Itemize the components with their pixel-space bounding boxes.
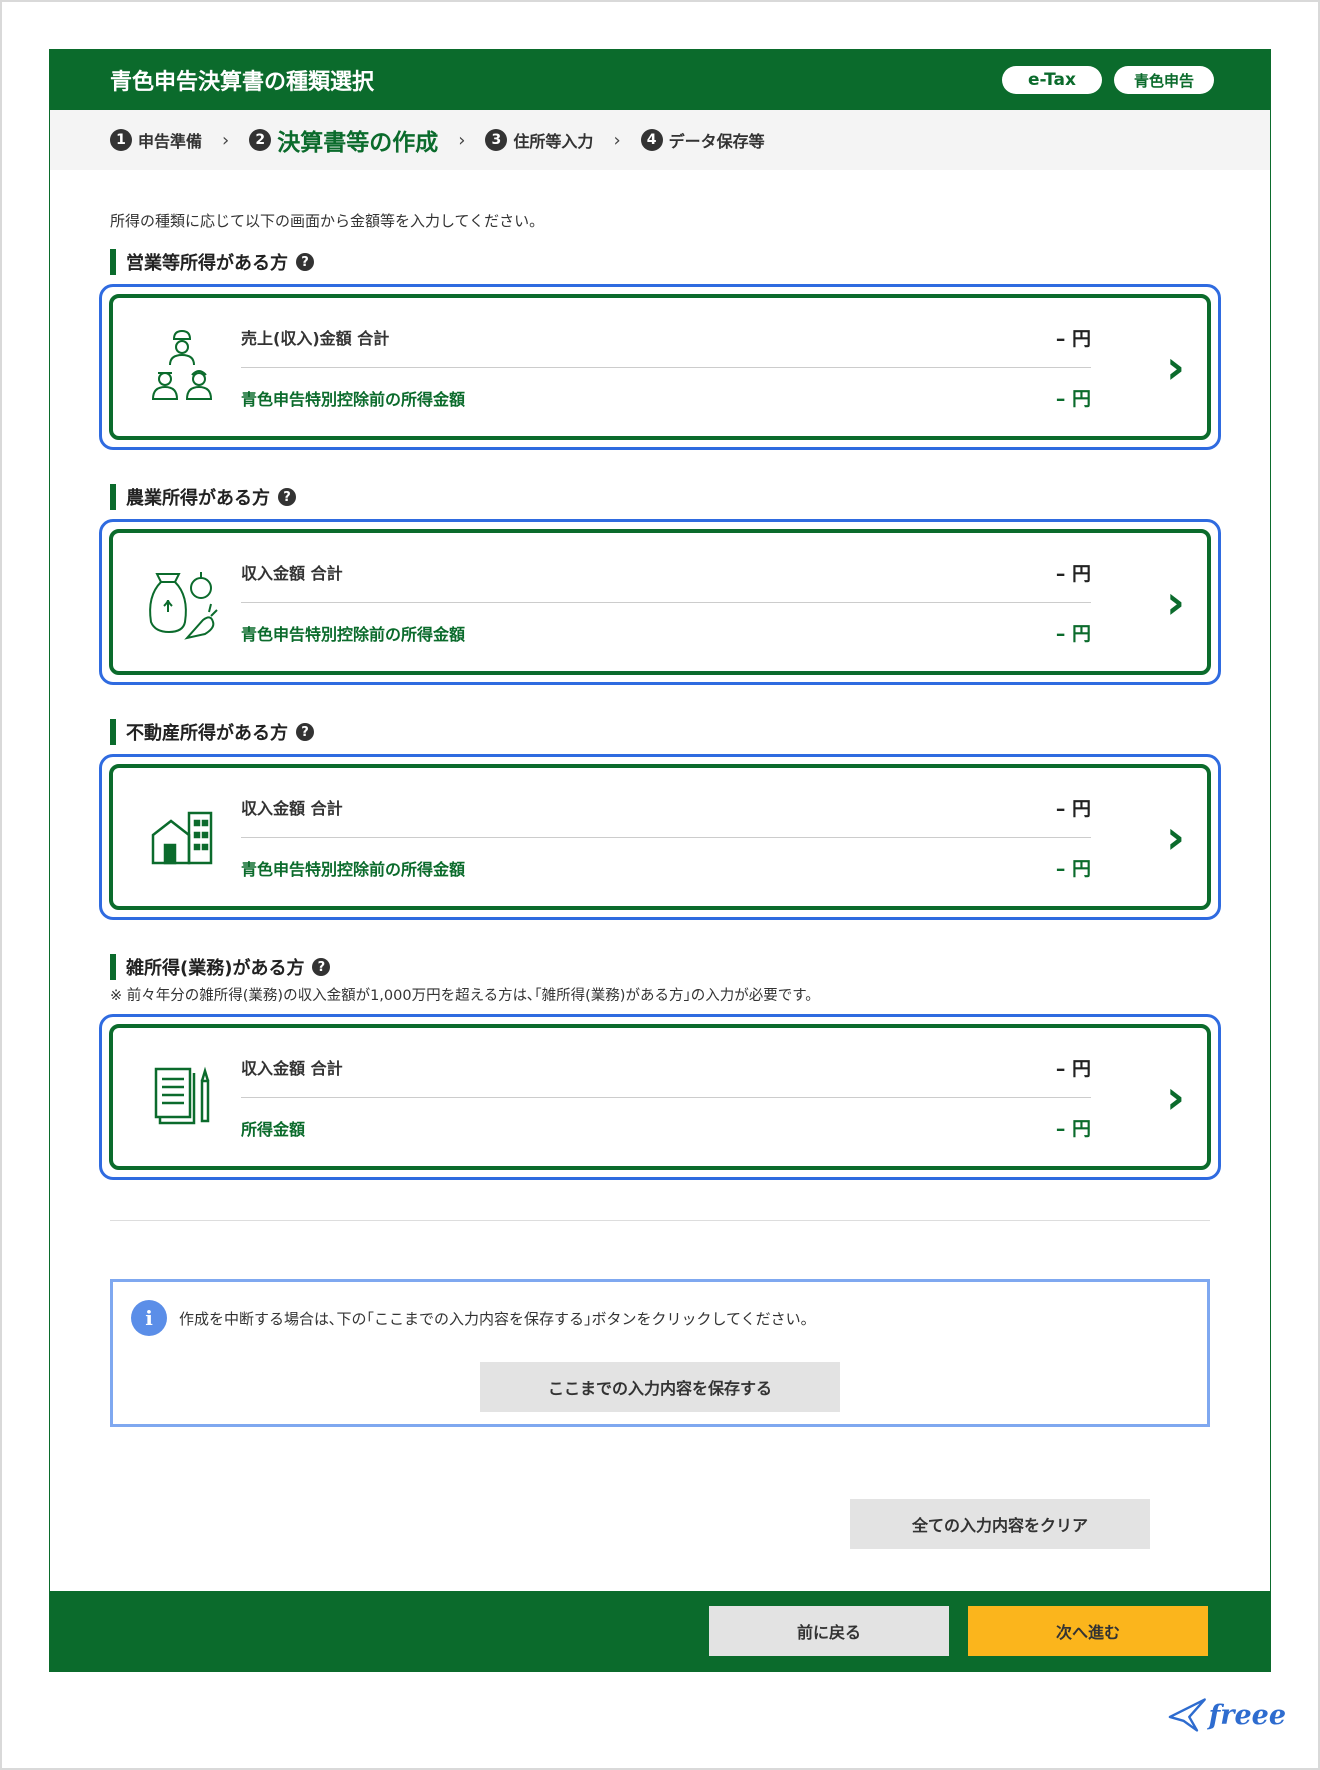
help-icon[interactable]: ? bbox=[278, 488, 296, 506]
section-agriculture: 農業所得がある方 ? 収入金額 合計 – 円 青色申告特別控除前の所得金額 – … bbox=[99, 484, 1221, 685]
step-2: 2 決算書等の作成 bbox=[249, 123, 438, 157]
row-value: – 円 bbox=[1055, 388, 1091, 410]
card-highlight: 収入金額 合計 – 円 青色申告特別控除前の所得金額 – 円 › bbox=[99, 519, 1221, 685]
help-icon[interactable]: ? bbox=[312, 958, 331, 976]
step-number: 1 bbox=[110, 129, 132, 151]
step-label: 申告準備 bbox=[138, 132, 203, 151]
chevron-right-icon[interactable]: › bbox=[1166, 575, 1185, 629]
next-button[interactable]: 次へ進む bbox=[968, 1606, 1208, 1656]
freee-logo: freee bbox=[1168, 1690, 1286, 1740]
step-indicator: 1 申告準備 › 2 決算書等の作成 › 3 住所等入力 › 4 データ保存等 bbox=[50, 110, 1270, 170]
card-rows: 収入金額 合計 – 円 所得金額 – 円 bbox=[241, 1037, 1207, 1157]
clear-all-button[interactable]: 全ての入力内容をクリア bbox=[850, 1499, 1150, 1549]
card-rows: 収入金額 合計 – 円 青色申告特別控除前の所得金額 – 円 bbox=[241, 777, 1207, 897]
row-label: 青色申告特別控除前の所得金額 bbox=[241, 624, 466, 644]
card-row: 売上(収入)金額 合計 – 円 bbox=[241, 307, 1091, 367]
bird-icon bbox=[1168, 1698, 1206, 1732]
section-heading: 不動産所得がある方 ? bbox=[110, 719, 1210, 745]
chevron-right-icon: › bbox=[613, 129, 621, 151]
step-label: データ保存等 bbox=[668, 132, 765, 151]
agriculture-income-card[interactable]: 収入金額 合計 – 円 青色申告特別控除前の所得金額 – 円 › bbox=[109, 529, 1211, 675]
section-heading: 雑所得(業務)がある方 ? bbox=[110, 954, 1210, 980]
row-value: – 円 bbox=[1055, 623, 1091, 645]
section-title: 不動産所得がある方 bbox=[126, 723, 288, 744]
produce-icon bbox=[113, 564, 241, 640]
section-business: 営業等所得がある方 ? 売上(収入)金額 合計 – 円 青色申告特別控除前の所得… bbox=[99, 249, 1221, 450]
card-highlight: 収入金額 合計 – 円 青色申告特別控除前の所得金額 – 円 › bbox=[99, 754, 1221, 920]
blue-return-badge: 青色申告 bbox=[1114, 66, 1214, 94]
header-badges: e-Tax 青色申告 bbox=[1002, 66, 1214, 94]
chevron-right-icon: › bbox=[222, 129, 230, 151]
help-icon[interactable]: ? bbox=[296, 723, 314, 741]
card-row: 収入金額 合計 – 円 bbox=[241, 777, 1091, 837]
step-number: 2 bbox=[249, 129, 272, 151]
row-value: – 円 bbox=[1055, 858, 1091, 880]
chevron-right-icon[interactable]: › bbox=[1166, 1070, 1185, 1124]
step-label: 住所等入力 bbox=[513, 132, 594, 151]
card-rows: 売上(収入)金額 合計 – 円 青色申告特別控除前の所得金額 – 円 bbox=[241, 307, 1207, 427]
row-value: – 円 bbox=[1055, 327, 1091, 350]
section-title: 雑所得(業務)がある方 bbox=[126, 958, 305, 979]
card-row: 青色申告特別控除前の所得金額 – 円 bbox=[241, 837, 1091, 897]
app-window: 青色申告決算書の種類選択 e-Tax 青色申告 1 申告準備 › 2 決算書等の… bbox=[49, 49, 1271, 1672]
save-progress-button[interactable]: ここまでの入力内容を保存する bbox=[480, 1362, 840, 1412]
section-title: 営業等所得がある方 bbox=[126, 253, 288, 274]
step-label: 決算書等の作成 bbox=[277, 130, 439, 156]
row-label: 収入金額 合計 bbox=[241, 1059, 343, 1078]
chevron-right-icon[interactable]: › bbox=[1166, 340, 1185, 394]
row-label: 所得金額 bbox=[241, 1119, 306, 1139]
row-value: – 円 bbox=[1055, 1118, 1091, 1140]
document-pen-icon bbox=[113, 1065, 241, 1129]
section-realestate: 不動産所得がある方 ? 収入金額 合計 – 円 青色申告特別控除前の所得金額 –… bbox=[99, 719, 1221, 920]
back-button[interactable]: 前に戻る bbox=[709, 1606, 949, 1656]
header-bar: 青色申告決算書の種類選択 e-Tax 青色申告 bbox=[50, 50, 1270, 110]
row-label: 収入金額 合計 bbox=[241, 799, 343, 818]
row-value: – 円 bbox=[1055, 797, 1091, 820]
row-label: 青色申告特別控除前の所得金額 bbox=[241, 389, 466, 409]
card-row: 青色申告特別控除前の所得金額 – 円 bbox=[241, 602, 1091, 662]
footer-bar: 前に戻る 次へ進む bbox=[50, 1591, 1270, 1671]
chevron-right-icon: › bbox=[458, 129, 466, 151]
row-label: 収入金額 合計 bbox=[241, 564, 343, 583]
row-label: 青色申告特別控除前の所得金額 bbox=[241, 859, 466, 879]
card-rows: 収入金額 合計 – 円 青色申告特別控除前の所得金額 – 円 bbox=[241, 542, 1207, 662]
card-highlight: 売上(収入)金額 合計 – 円 青色申告特別控除前の所得金額 – 円 › bbox=[99, 284, 1221, 450]
row-label: 売上(収入)金額 合計 bbox=[241, 329, 390, 348]
card-row: 青色申告特別控除前の所得金額 – 円 bbox=[241, 367, 1091, 427]
step-number: 3 bbox=[485, 129, 508, 151]
info-line: i 作成を中断する場合は､下の｢ここまでの入力内容を保存する｣ボタンをクリックし… bbox=[131, 1300, 1189, 1336]
section-heading: 営業等所得がある方 ? bbox=[110, 249, 1210, 275]
row-value: – 円 bbox=[1055, 1057, 1091, 1080]
help-icon[interactable]: ? bbox=[296, 253, 314, 271]
business-income-card[interactable]: 売上(収入)金額 合計 – 円 青色申告特別控除前の所得金額 – 円 › bbox=[109, 294, 1211, 440]
info-icon: i bbox=[131, 1300, 167, 1336]
card-row: 収入金額 合計 – 円 bbox=[241, 1037, 1091, 1097]
etax-badge: e-Tax bbox=[1002, 66, 1102, 94]
workers-icon bbox=[113, 327, 241, 407]
section-title: 農業所得がある方 bbox=[126, 488, 270, 509]
step-1: 1 申告準備 bbox=[110, 128, 202, 152]
card-row: 所得金額 – 円 bbox=[241, 1097, 1091, 1157]
page-title: 青色申告決算書の種類選択 bbox=[110, 70, 375, 95]
misc-note: ※ 前々年分の雑所得(業務)の収入金額が1,000万円を超える方は､｢雑所得(業… bbox=[110, 988, 820, 1004]
section-heading: 農業所得がある方 ? bbox=[110, 484, 1210, 510]
chevron-right-icon[interactable]: › bbox=[1166, 810, 1185, 864]
step-4: 4 データ保存等 bbox=[640, 128, 765, 152]
buildings-icon bbox=[113, 809, 241, 865]
realestate-income-card[interactable]: 収入金額 合計 – 円 青色申告特別控除前の所得金額 – 円 › bbox=[109, 764, 1211, 910]
info-text: 作成を中断する場合は､下の｢ここまでの入力内容を保存する｣ボタンをクリックしてく… bbox=[179, 1309, 816, 1328]
misc-income-card[interactable]: 収入金額 合計 – 円 所得金額 – 円 › bbox=[109, 1024, 1211, 1170]
row-value: – 円 bbox=[1055, 562, 1091, 585]
main-content: 所得の種類に応じて以下の画面から金額等を入力してください。 営業等所得がある方 … bbox=[50, 170, 1270, 1427]
step-3: 3 住所等入力 bbox=[485, 128, 593, 152]
step-number: 4 bbox=[640, 129, 663, 151]
intro-text: 所得の種類に応じて以下の画面から金額等を入力してください。 bbox=[110, 212, 545, 230]
section-misc: 雑所得(業務)がある方 ? ※ 前々年分の雑所得(業務)の収入金額が1,000万… bbox=[99, 954, 1221, 1180]
card-highlight: 収入金額 合計 – 円 所得金額 – 円 › bbox=[99, 1014, 1221, 1180]
divider bbox=[110, 1220, 1210, 1221]
card-row: 収入金額 合計 – 円 bbox=[241, 542, 1091, 602]
save-info-box: i 作成を中断する場合は､下の｢ここまでの入力内容を保存する｣ボタンをクリックし… bbox=[110, 1279, 1210, 1427]
logo-text: freee bbox=[1208, 1699, 1286, 1731]
